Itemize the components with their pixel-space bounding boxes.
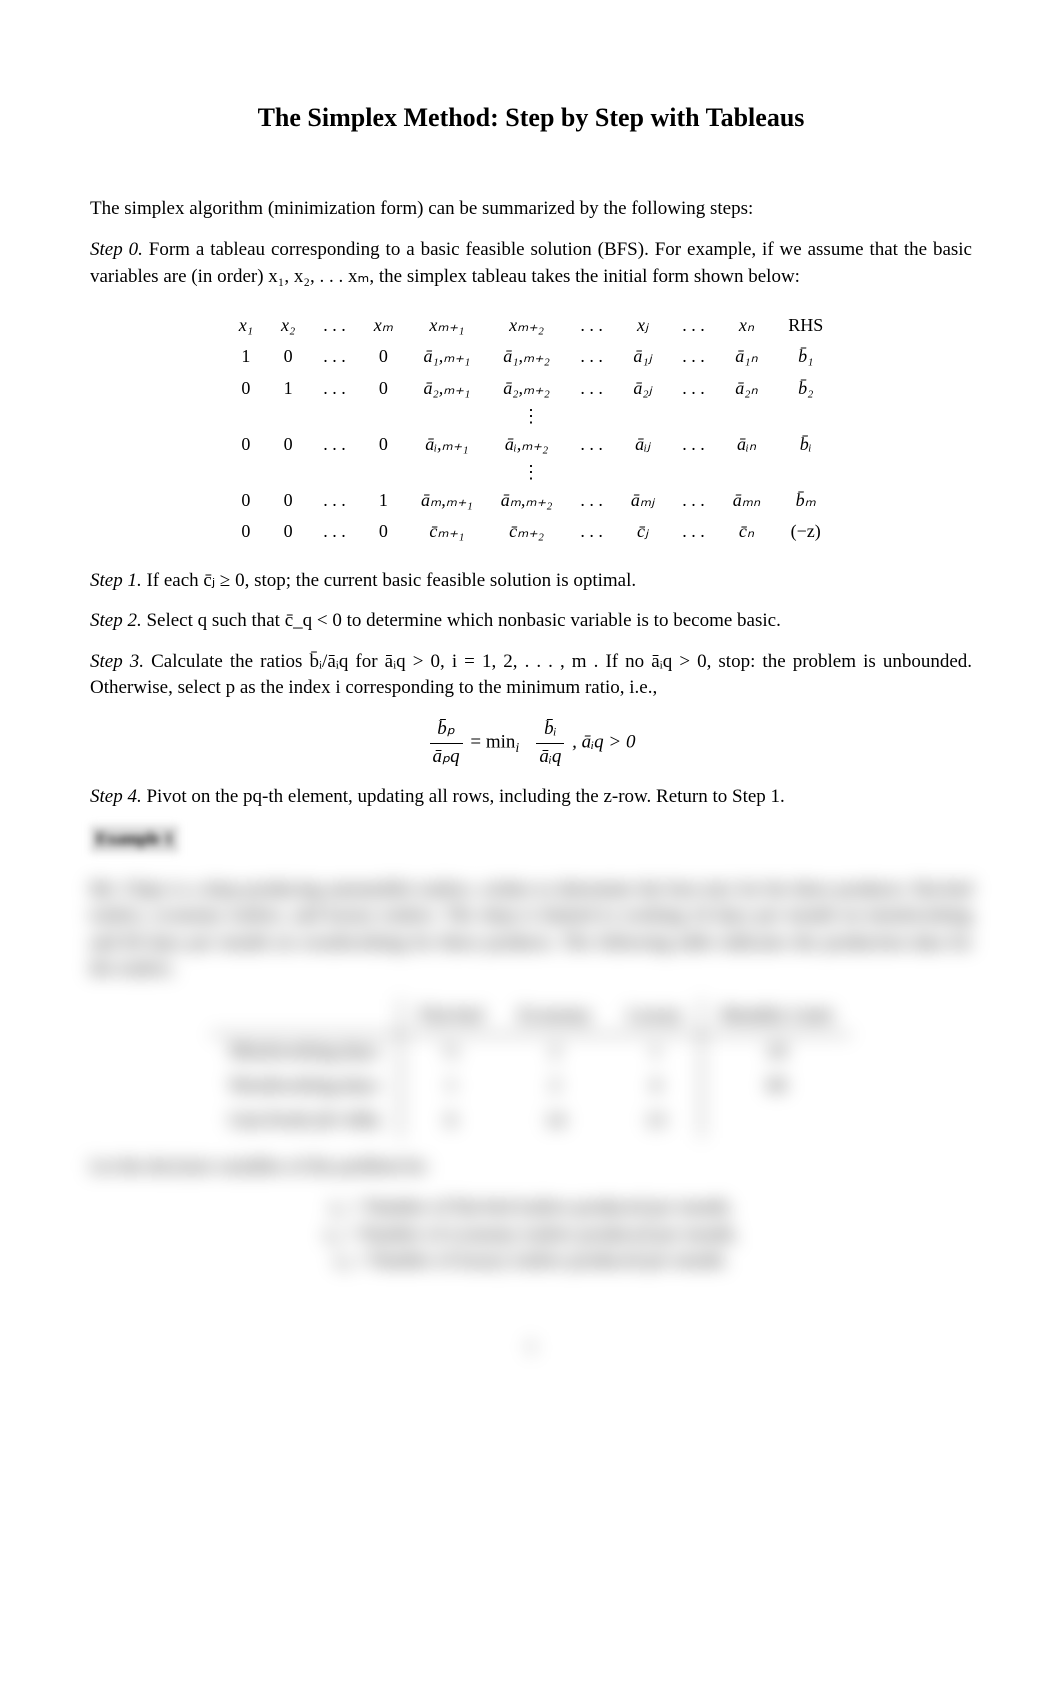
step-4: Step 4. Pivot on the pq-th element, upda… — [90, 784, 972, 811]
step-label: Step 0. — [90, 239, 143, 260]
table-row: Metalworking days: ½ 2 1 24 — [211, 1034, 851, 1069]
var-def: x₃ = Number of luxury trailers produced … — [90, 1248, 972, 1275]
step-2: Step 2. Select q such that c̄_q < 0 to d… — [90, 608, 972, 635]
var-def: x₂ = Number of economy trailers produced… — [90, 1222, 972, 1249]
page-title: The Simplex Method: Step by Step with Ta… — [90, 100, 972, 136]
blurred-example-section: Mr. Chips is a shop producing automobile… — [90, 877, 972, 1359]
step-0: Step 0. Form a tableau corresponding to … — [90, 237, 972, 290]
table-header-row: Flat-bed Economy Luxury Monthly Limit — [211, 999, 851, 1034]
decision-vars-intro: Let the decision variables of the proble… — [90, 1154, 972, 1181]
step-label: Step 3. — [90, 651, 144, 672]
example-header-box: Example 1 — [90, 825, 972, 853]
step-1: Step 1. If each c̄ⱼ ≥ 0, stop; the curre… — [90, 568, 972, 595]
simplex-tableau: x₁ x₂ . . . xₘ xₘ₊₁ xₘ₊₂ . . . xⱼ . . . … — [225, 310, 837, 548]
step-3: Step 3. Calculate the ratios b̄ᵢ/āᵢq for… — [90, 649, 972, 702]
tableau-row: 0 0 . . . 1 āₘ,ₘ₊₁ āₘ,ₘ₊₂ . . . āₘⱼ . . … — [225, 485, 837, 516]
step-label: Step 1. — [90, 570, 142, 591]
step-body: Calculate the ratios b̄ᵢ/āᵢq for āᵢq > 0… — [90, 651, 972, 699]
table-row: Woodworking days: 1 2 4 60 — [211, 1069, 851, 1104]
ratio-formula: b̄ₚ āₚq = mini b̄ᵢ āᵢq , āᵢq > 0 — [90, 716, 972, 770]
step-body: Select q such that c̄_q < 0 to determine… — [142, 610, 781, 631]
tableau-header-row: x₁ x₂ . . . xₘ xₘ₊₁ xₘ₊₂ . . . xⱼ . . . … — [225, 310, 837, 341]
decision-vars-list: x₁ = Number of flat-bed trailers produce… — [90, 1195, 972, 1275]
step-label: Step 4. — [90, 786, 142, 807]
tableau-row: 0 0 . . . 0 c̄ₘ₊₁ c̄ₘ₊₂ . . . c̄ⱼ . . . … — [225, 516, 837, 547]
example-paragraph: Mr. Chips is a shop producing automobile… — [90, 877, 972, 983]
page-number: 1 — [90, 1335, 972, 1359]
table-row: Unit Profit ($×100): 6 14 13 — [211, 1104, 851, 1139]
tableau-row: 0 1 . . . 0 ā₂,ₘ₊₁ ā₂,ₘ₊₂ . . . ā₂ⱼ . . … — [225, 373, 837, 404]
step-body: Pivot on the pq-th element, updating all… — [142, 786, 785, 807]
tableau-vdots: ⋮ — [225, 460, 837, 485]
step-body: Form a tableau corresponding to a basic … — [90, 239, 972, 287]
tableau-row: 1 0 . . . 0 ā₁,ₘ₊₁ ā₁,ₘ₊₂ . . . ā₁ⱼ . . … — [225, 341, 837, 372]
step-body: If each c̄ⱼ ≥ 0, stop; the current basic… — [142, 570, 636, 591]
intro-text: The simplex algorithm (minimization form… — [90, 196, 972, 223]
example-header: Example 1 — [90, 825, 179, 853]
production-table: Flat-bed Economy Luxury Monthly Limit Me… — [211, 999, 851, 1138]
tableau-vdots: ⋮ — [225, 404, 837, 429]
var-def: x₁ = Number of flat-bed trailers produce… — [90, 1195, 972, 1222]
step-label: Step 2. — [90, 610, 142, 631]
tableau-row: 0 0 . . . 0 āᵢ,ₘ₊₁ āᵢ,ₘ₊₂ . . . āᵢⱼ . . … — [225, 429, 837, 460]
